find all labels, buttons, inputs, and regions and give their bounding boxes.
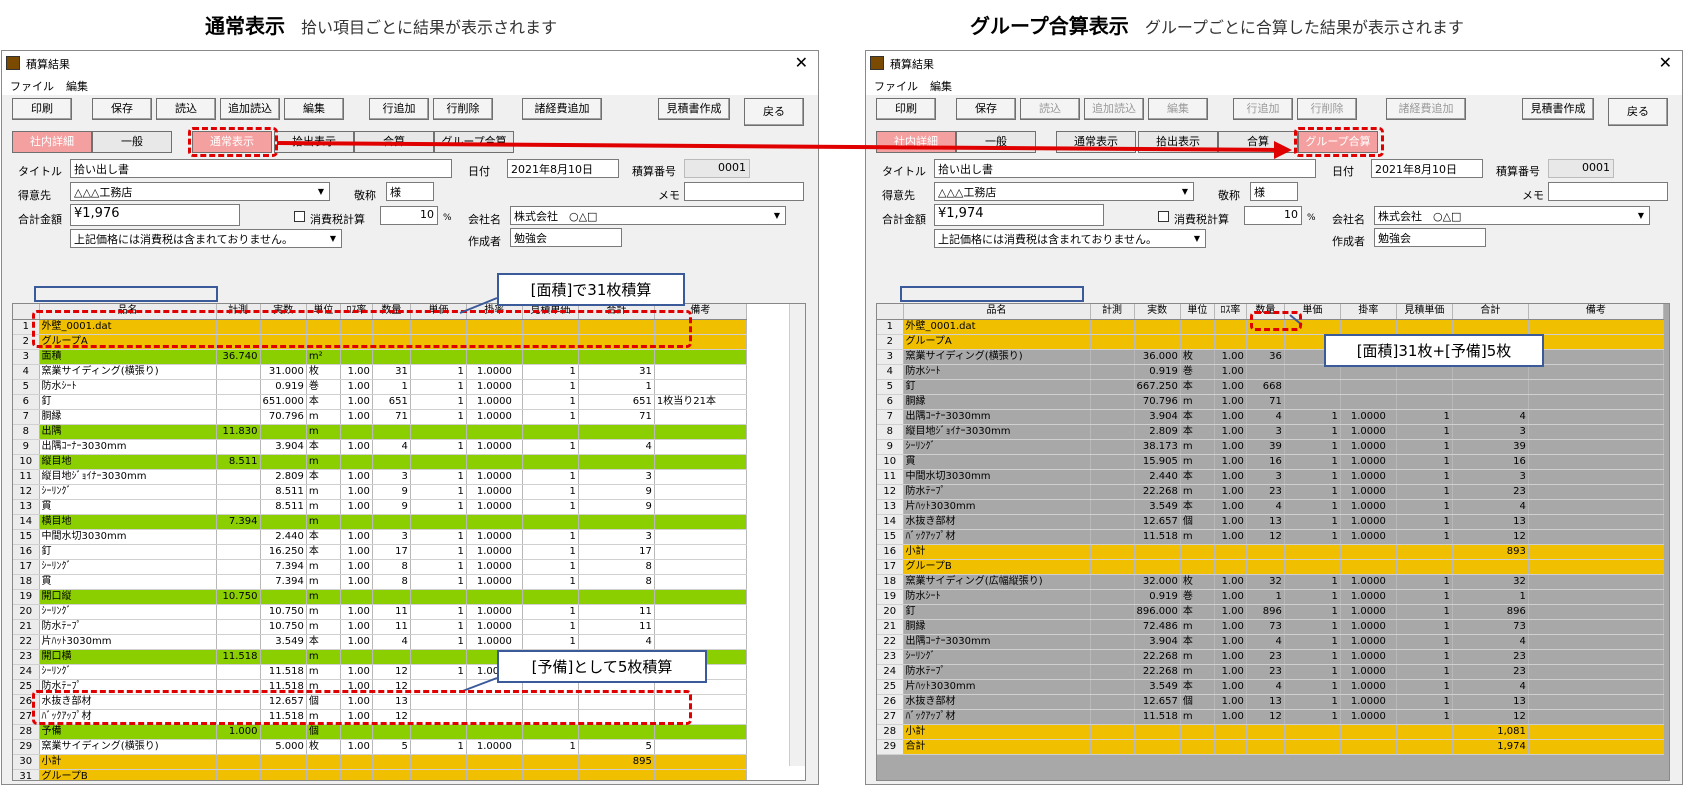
callout-line: [459, 297, 498, 314]
spare-rows-highlight: [32, 690, 692, 725]
callout-sum-36: [面積]31枚+[予備]5枚: [1324, 334, 1544, 367]
qty-36-highlight: [1250, 311, 1302, 331]
callout-lines: [459, 297, 1303, 693]
callout-spare-5: [予備]として5枚積算: [497, 650, 707, 683]
right-file-highlight: [900, 286, 1084, 302]
